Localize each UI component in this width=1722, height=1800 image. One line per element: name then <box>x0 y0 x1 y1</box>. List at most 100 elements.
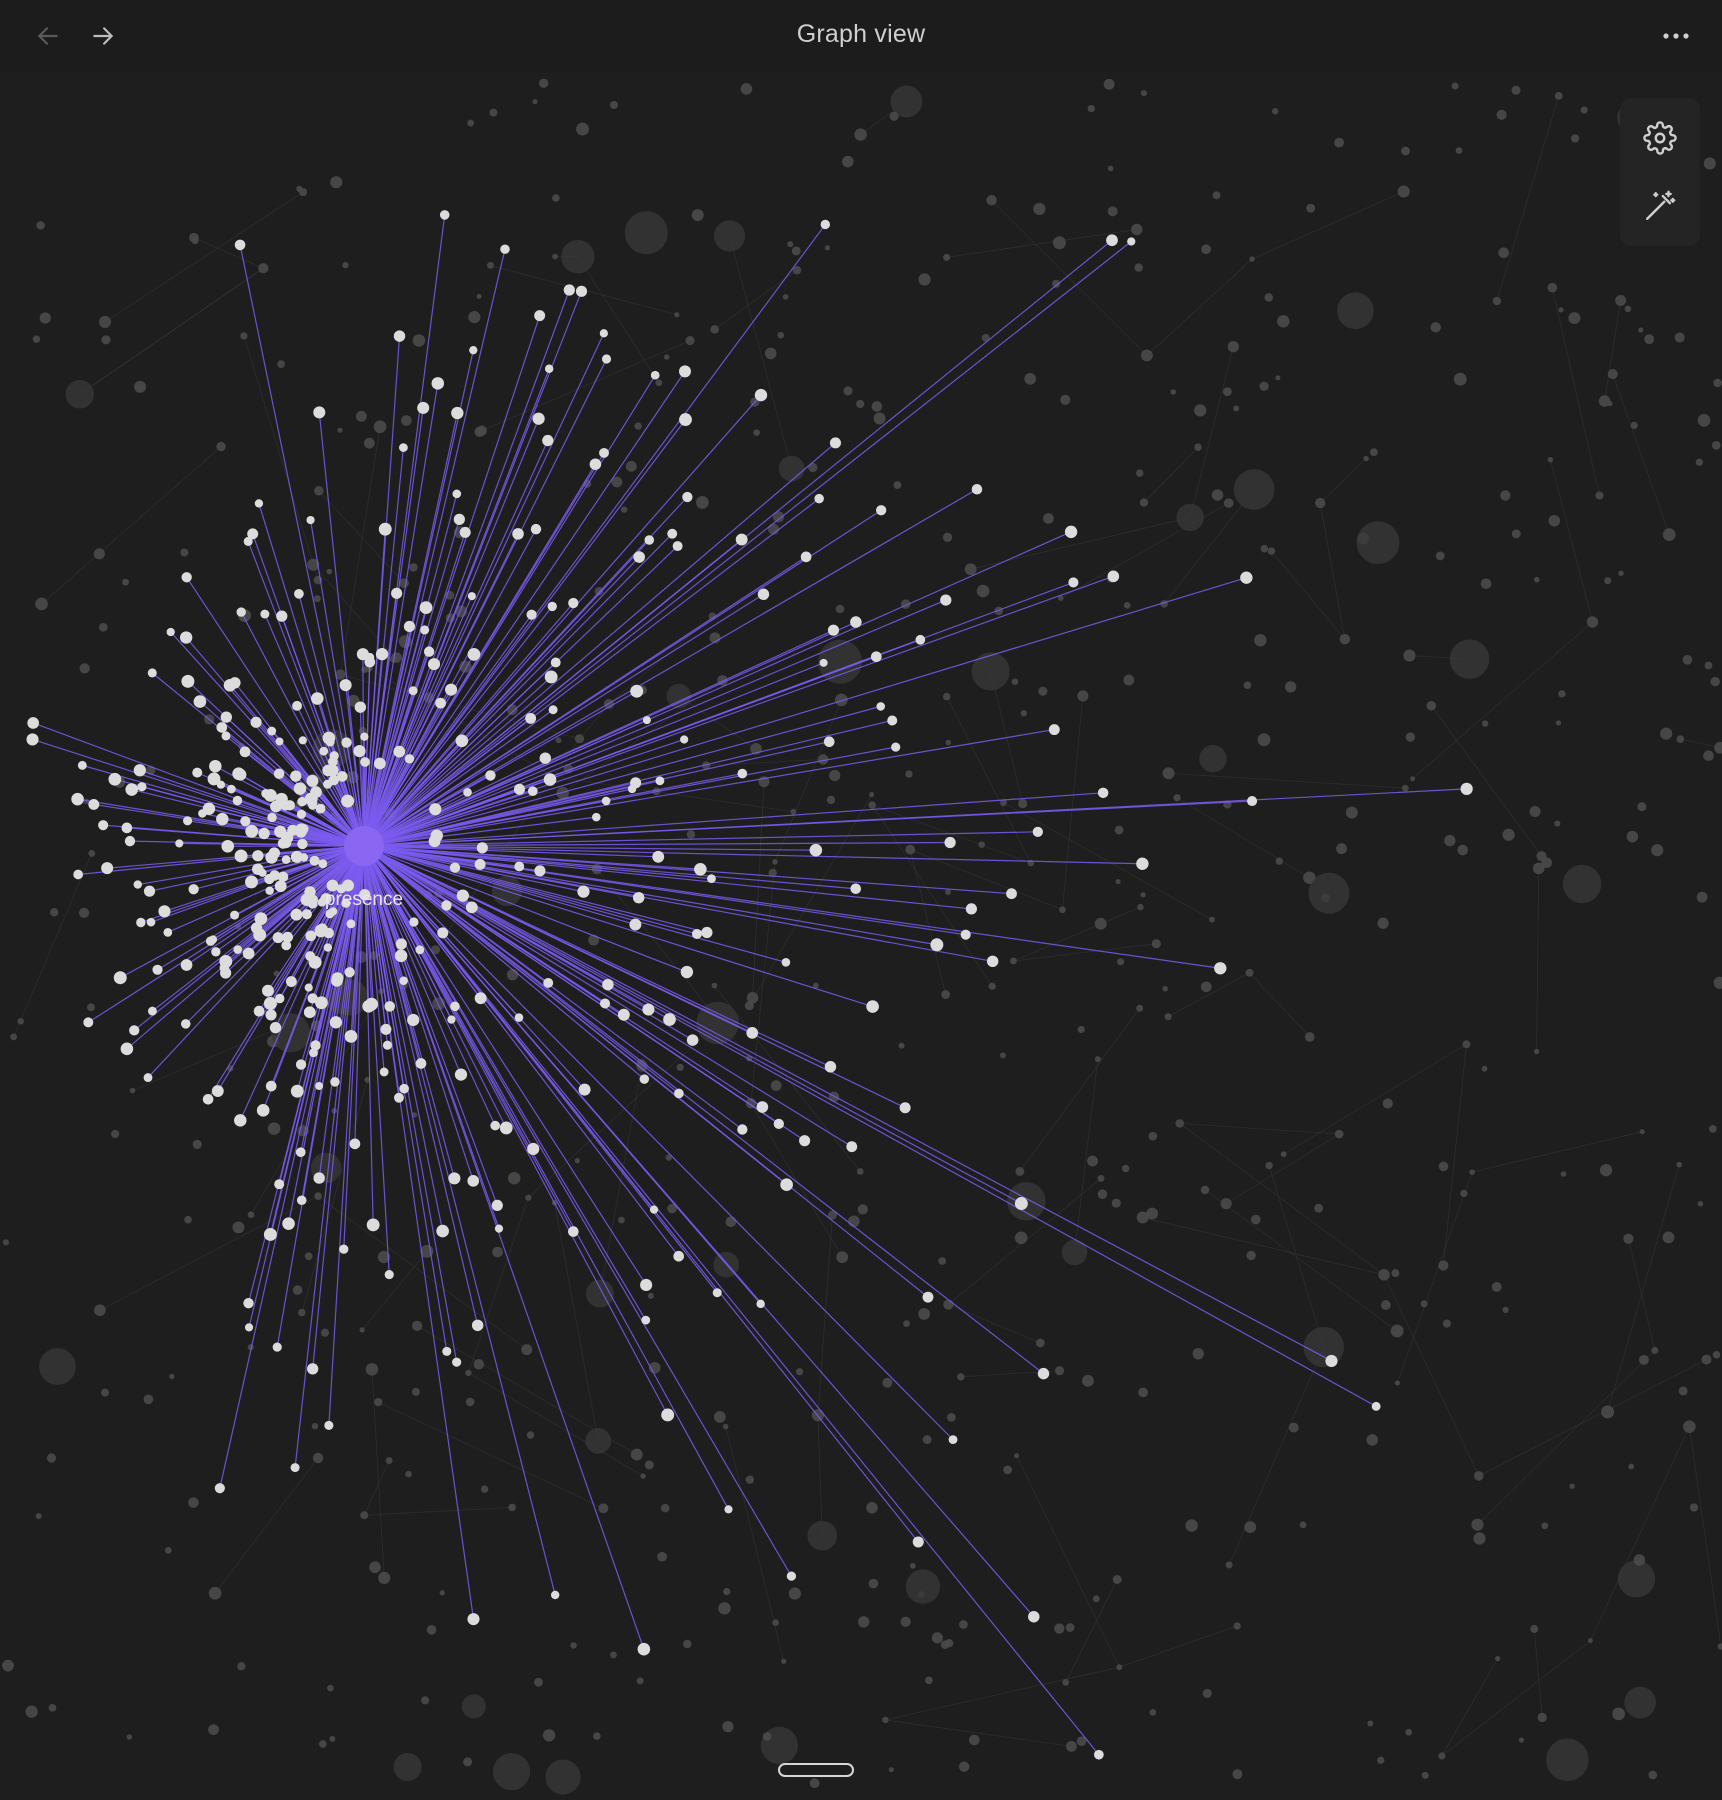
background-node <box>1453 372 1467 386</box>
highlighted-link <box>363 599 947 847</box>
page-title: Graph view <box>796 20 926 48</box>
highlighted-node <box>220 711 232 723</box>
background-node <box>468 311 481 324</box>
background-node <box>1121 1164 1130 1173</box>
background-node <box>918 1307 931 1320</box>
highlighted-node <box>391 587 403 599</box>
background-node <box>78 907 90 918</box>
highlighted-node <box>850 883 862 895</box>
background-node <box>1243 681 1252 689</box>
background-node <box>506 969 519 981</box>
highlighted-node <box>295 1147 306 1158</box>
background-node <box>1626 830 1639 843</box>
highlighted-node <box>500 244 510 254</box>
background-node <box>465 1397 475 1407</box>
background-link <box>79 267 264 395</box>
background-node <box>98 315 112 328</box>
highlighted-node <box>578 1083 591 1096</box>
background-node <box>1112 1575 1122 1584</box>
highlighted-node <box>1064 525 1078 539</box>
highlighted-node <box>940 594 952 606</box>
highlighted-node <box>188 884 199 895</box>
background-node <box>489 108 498 117</box>
background-node <box>1308 872 1350 914</box>
background-node <box>1604 577 1612 585</box>
highlighted-node <box>532 412 545 425</box>
highlighted-node <box>589 458 602 471</box>
highlighted-node <box>407 1013 420 1027</box>
background-node <box>1369 448 1378 457</box>
background-node <box>843 386 853 396</box>
highlighted-node <box>330 1077 340 1087</box>
background-node <box>359 1327 365 1333</box>
highlighted-node <box>274 1179 285 1190</box>
highlighted-link <box>363 845 792 1577</box>
background-node <box>1254 634 1267 647</box>
highlighted-node <box>290 770 302 782</box>
background-node <box>1711 441 1721 450</box>
graph-canvas[interactable]: presence <box>0 72 1722 1800</box>
background-node <box>1481 1065 1488 1072</box>
background-node <box>412 334 426 347</box>
highlighted-node <box>820 219 831 230</box>
background-node <box>772 859 778 865</box>
home-indicator[interactable] <box>778 1763 854 1777</box>
highlighted-node <box>220 967 232 979</box>
background-node <box>723 1587 731 1596</box>
highlighted-node <box>550 1590 560 1600</box>
highlighted-node <box>527 1142 540 1156</box>
more-options-button[interactable] <box>1654 14 1698 58</box>
background-link <box>1283 1043 1467 1155</box>
highlighted-link <box>363 845 556 1596</box>
animate-graph-button[interactable] <box>1636 182 1684 230</box>
highlighted-node <box>323 779 333 789</box>
background-node <box>903 1320 910 1328</box>
background-node <box>318 1740 327 1748</box>
background-link <box>909 849 947 995</box>
background-node <box>807 1520 838 1551</box>
background-node <box>126 1734 133 1740</box>
background-node <box>1066 1740 1077 1752</box>
graph-settings-button[interactable] <box>1636 114 1684 162</box>
background-node <box>740 83 753 95</box>
highlighted-node <box>313 406 326 419</box>
focused-node-presence[interactable] <box>344 826 384 866</box>
background-node <box>1536 851 1547 862</box>
background-node <box>1624 305 1632 313</box>
background-node <box>1586 616 1599 628</box>
highlighted-node <box>261 984 274 997</box>
background-node <box>473 1358 485 1370</box>
background-node <box>1410 776 1416 782</box>
background-node <box>1149 1708 1157 1716</box>
highlighted-node <box>223 679 237 692</box>
background-node <box>1617 1560 1656 1598</box>
background-node <box>574 734 585 744</box>
background-node <box>943 253 951 261</box>
highlighted-node <box>1032 826 1043 837</box>
background-node <box>900 1616 911 1627</box>
highlighted-node <box>193 695 207 708</box>
background-node <box>585 1427 612 1454</box>
background-link <box>752 781 765 998</box>
background-link <box>1612 373 1670 535</box>
highlighted-node <box>179 631 193 644</box>
background-node <box>905 1569 941 1604</box>
background-node <box>1568 312 1581 325</box>
background-node <box>1651 1346 1659 1354</box>
background-node <box>988 982 996 990</box>
background-node <box>1377 1756 1385 1764</box>
highlighted-node <box>674 1088 684 1099</box>
background-node <box>1451 82 1459 90</box>
highlighted-node <box>175 839 184 848</box>
highlighted-node <box>77 760 87 770</box>
graph-svg[interactable]: presence <box>0 72 1722 1800</box>
background-node <box>1363 455 1369 462</box>
background-node <box>1107 206 1118 217</box>
background-node <box>534 1677 543 1687</box>
background-node <box>1212 191 1221 200</box>
background-node <box>1662 1231 1675 1244</box>
highlighted-node <box>324 1420 334 1430</box>
highlighted-node <box>267 726 277 736</box>
background-link <box>1688 1426 1722 1647</box>
background-link <box>1016 1455 1120 1668</box>
